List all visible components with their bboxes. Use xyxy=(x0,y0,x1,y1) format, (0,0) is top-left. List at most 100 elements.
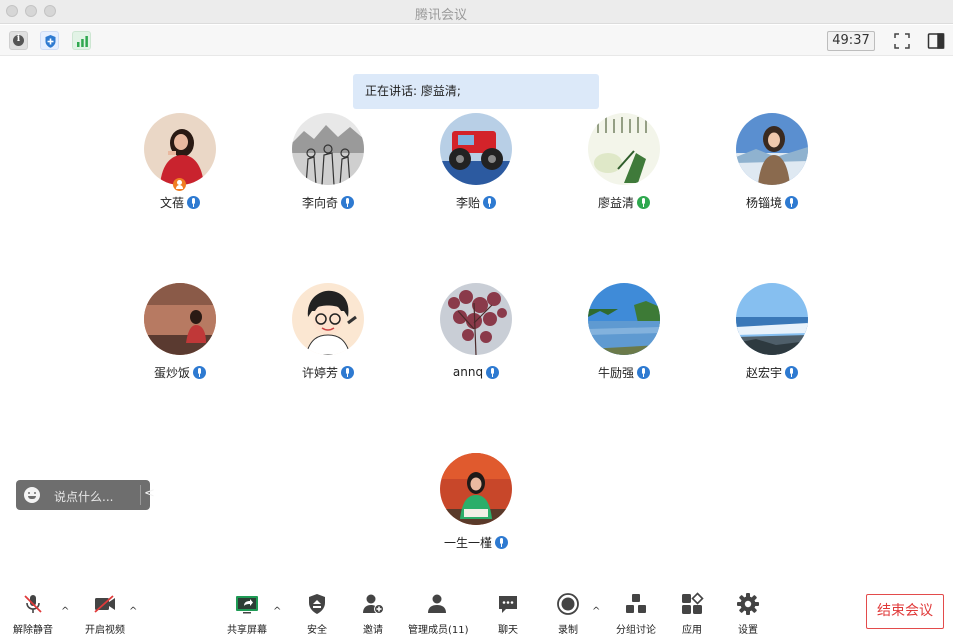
avatar xyxy=(736,283,808,355)
add-user-icon xyxy=(361,592,385,616)
avatar xyxy=(144,113,216,185)
mic-icon xyxy=(187,195,200,209)
invite-button[interactable]: 邀请 xyxy=(358,592,388,636)
info-icon[interactable]: i xyxy=(9,31,28,50)
participant-name-row: 杨锱境 xyxy=(707,194,837,210)
manage-members-label: 管理成员(11) xyxy=(408,625,469,636)
participant-name: 一生一槿 xyxy=(443,535,492,550)
avatar xyxy=(440,283,512,355)
mic-active-icon xyxy=(637,195,650,209)
participant-name: 赵宏宇 xyxy=(745,365,782,380)
audio-options-caret-icon[interactable]: ^ xyxy=(61,606,69,617)
avatar xyxy=(588,283,660,355)
chat-placeholder: 说点什么... xyxy=(54,490,114,504)
record-label: 录制 xyxy=(558,625,578,636)
active-speaker-banner: 正在讲话: 廖益清; xyxy=(353,74,599,109)
window-title: 腾讯会议 xyxy=(415,8,468,23)
share-screen-icon xyxy=(235,592,259,616)
collapse-chat-button[interactable]: < xyxy=(144,486,155,501)
top-toolbar: i 49:37 xyxy=(0,25,953,56)
participant-tile[interactable]: 李向奇 xyxy=(263,113,393,210)
participant-name-row: 蛋炒饭 xyxy=(115,364,245,380)
security-shield-icon[interactable] xyxy=(40,31,59,50)
apps-grid-icon xyxy=(680,592,704,616)
participant-name-row: 文蓓 xyxy=(115,194,245,210)
participant-name: annq xyxy=(452,365,484,379)
avatar xyxy=(588,113,660,185)
chat-button[interactable]: 聊天 xyxy=(493,592,523,636)
mic-icon xyxy=(486,365,500,379)
video-off-icon xyxy=(93,592,117,616)
avatar xyxy=(292,283,364,355)
avatar xyxy=(144,283,216,355)
shield-icon xyxy=(305,592,329,616)
chat-divider xyxy=(140,485,141,505)
unmute-button[interactable]: 解除静音 xyxy=(12,592,54,636)
breakout-label: 分组讨论 xyxy=(616,625,656,636)
participant-name-row: 李向奇 xyxy=(263,194,393,210)
bottom-toolbar: 解除静音 ^ 开启视频 ^ 共享屏幕 ^ 安全 邀请 管理成员(11) 聊天 录… xyxy=(0,588,953,636)
apps-button[interactable]: 应用 xyxy=(677,592,707,636)
participant-name-row: 廖益清 xyxy=(559,194,689,210)
network-signal-icon[interactable] xyxy=(72,31,91,50)
unmute-label: 解除静音 xyxy=(13,625,53,636)
video-options-caret-icon[interactable]: ^ xyxy=(129,606,137,617)
meeting-window: 腾讯会议 i 49:37 正在讲话: 廖益清; 文蓓 李向奇 李贻 廖益清 杨锱… xyxy=(0,0,953,636)
share-options-caret-icon[interactable]: ^ xyxy=(273,606,281,617)
participant-name: 牛励强 xyxy=(597,365,634,380)
emoji-icon[interactable] xyxy=(24,487,40,503)
settings-label: 设置 xyxy=(738,625,758,636)
mic-icon xyxy=(483,195,496,209)
participant-tile[interactable]: 许婷芳 xyxy=(263,283,393,380)
participant-name: 许婷芳 xyxy=(301,365,338,380)
host-icon xyxy=(173,178,186,191)
manage-members-button[interactable]: 管理成员(11) xyxy=(408,592,469,636)
participant-tile[interactable]: 李贻 xyxy=(411,113,541,210)
chat-label: 聊天 xyxy=(498,625,518,636)
share-screen-button[interactable]: 共享屏幕 xyxy=(226,592,268,636)
security-button[interactable]: 安全 xyxy=(302,592,332,636)
avatar xyxy=(292,113,364,185)
start-video-button[interactable]: 开启视频 xyxy=(84,592,126,636)
avatar xyxy=(440,453,512,525)
chat-icon xyxy=(496,592,520,616)
participant-tile[interactable]: 一生一槿 xyxy=(411,453,541,550)
start-video-label: 开启视频 xyxy=(85,625,125,636)
mic-icon xyxy=(341,195,354,209)
avatar xyxy=(440,113,512,185)
participant-name-row: annq xyxy=(411,364,541,380)
fullscreen-icon[interactable] xyxy=(892,31,912,51)
participant-tile[interactable]: 蛋炒饭 xyxy=(115,283,245,380)
participant-name-row: 赵宏宇 xyxy=(707,364,837,380)
mic-icon xyxy=(785,365,798,379)
muted-microphone-icon xyxy=(21,592,45,616)
mic-icon xyxy=(341,365,354,379)
breakout-rooms-icon xyxy=(624,592,648,616)
security-label: 安全 xyxy=(307,625,327,636)
gear-icon xyxy=(736,592,760,616)
record-icon xyxy=(556,592,580,616)
mic-icon xyxy=(785,195,798,209)
record-button[interactable]: 录制 xyxy=(553,592,583,636)
settings-button[interactable]: 设置 xyxy=(733,592,763,636)
record-options-caret-icon[interactable]: ^ xyxy=(592,606,600,617)
participant-name-row: 一生一槿 xyxy=(411,534,541,550)
participant-tile[interactable]: annq xyxy=(411,283,541,380)
avatar xyxy=(736,113,808,185)
participant-name: 李向奇 xyxy=(301,195,338,210)
participant-tile[interactable]: 文蓓 xyxy=(115,113,245,210)
participant-tile[interactable]: 牛励强 xyxy=(559,283,689,380)
quick-chat-input[interactable]: 说点什么... < xyxy=(16,480,155,510)
breakout-rooms-button[interactable]: 分组讨论 xyxy=(614,592,658,636)
mic-icon xyxy=(637,365,650,379)
participant-tile[interactable]: 杨锱境 xyxy=(707,113,837,210)
meeting-timer: 49:37 xyxy=(827,31,875,51)
side-panel-icon[interactable] xyxy=(926,31,946,51)
participant-tile[interactable]: 赵宏宇 xyxy=(707,283,837,380)
apps-label: 应用 xyxy=(682,625,702,636)
title-bar: 腾讯会议 xyxy=(0,0,953,24)
participant-name: 杨锱境 xyxy=(745,195,782,210)
end-meeting-button[interactable]: 结束会议 xyxy=(866,594,944,629)
participant-tile[interactable]: 廖益清 xyxy=(559,113,689,210)
participant-name: 文蓓 xyxy=(159,195,184,210)
